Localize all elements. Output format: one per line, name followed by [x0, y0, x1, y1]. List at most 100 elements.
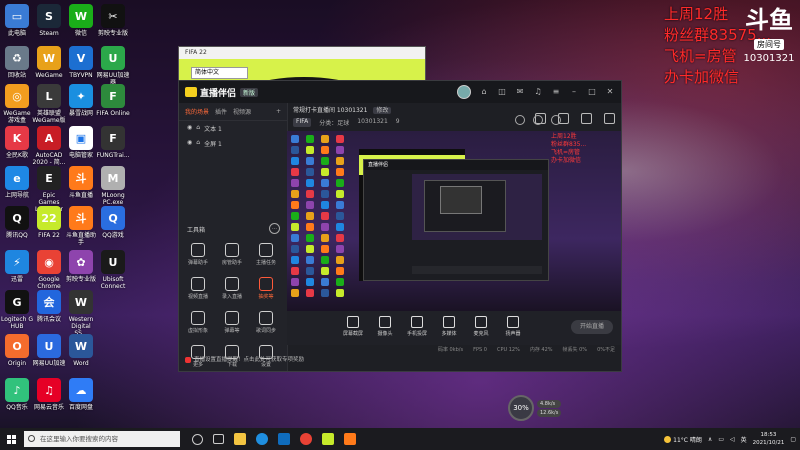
control-button[interactable]: 手机投屏 — [405, 316, 429, 337]
desktop-icon[interactable]: 斗斗鱼直播 — [64, 166, 98, 199]
toolbox-more-icon[interactable]: … — [269, 223, 280, 234]
task-view-icon[interactable] — [213, 434, 224, 444]
language-indicator[interactable]: 英 — [741, 435, 747, 444]
bell-icon[interactable]: ♫ — [533, 87, 543, 97]
desktop-icon[interactable]: ♪ QQ音乐 — [0, 378, 34, 411]
toolbox-item[interactable]: 弹幕等 — [217, 311, 247, 334]
desktop-icon[interactable]: W 微信 — [64, 4, 98, 37]
store-icon[interactable] — [278, 433, 290, 445]
audio-settings-icon[interactable] — [533, 115, 543, 125]
toolbox-item[interactable]: 视频直播 — [183, 277, 213, 300]
desktop-icon[interactable]: ▭ 此电脑 — [0, 4, 34, 37]
network-icon[interactable]: ▭ — [718, 436, 724, 443]
desktop-icon[interactable]: M MLoong PC.exe — [96, 166, 130, 206]
desktop-icon[interactable]: ✿ 剪映专业版 — [64, 250, 98, 283]
tab-scenes[interactable]: 我的场景 — [185, 107, 209, 116]
stream-preview[interactable]: 直播伴侣 上周12胜 粉丝群835... 飞机=房管 办卡加微信 — [287, 131, 621, 311]
control-button[interactable]: 屏幕截屏 — [341, 316, 365, 337]
start-live-button[interactable]: 开始直播 — [571, 320, 613, 334]
desktop-icon[interactable]: 斗斗鱼直播助手 — [64, 206, 98, 246]
network-monitor-widget[interactable]: 30% 4.8k/s 12.6k/s — [508, 395, 562, 421]
desktop-icon[interactable]: U 网易UU加速 — [32, 334, 66, 367]
desktop-icon[interactable]: ◎ WeGame 游戏盒 — [0, 84, 34, 124]
minimize-icon[interactable]: – — [569, 87, 579, 97]
layout-icon[interactable] — [581, 113, 592, 124]
desktop-icon[interactable]: A AutoCAD 2020 - 简... — [32, 126, 66, 166]
gear-icon[interactable] — [551, 115, 561, 125]
control-button[interactable]: 扬声器 — [501, 316, 525, 337]
game-category[interactable]: FIFA — [293, 118, 312, 127]
menu-icon[interactable]: ≡ — [551, 87, 561, 97]
desktop-icon[interactable]: ✦ 暴雪战网 — [64, 84, 98, 117]
desktop-icon[interactable]: e 上网导航 — [0, 166, 34, 199]
douyu-taskbar-icon[interactable] — [344, 433, 356, 445]
desktop-icon[interactable]: WWestern Digital SS... — [64, 290, 98, 337]
camera-settings-icon[interactable] — [515, 115, 525, 125]
fifa-taskbar-icon[interactable] — [322, 433, 334, 445]
lock-icon[interactable]: ⌂ — [196, 124, 200, 133]
control-button[interactable]: 多媒体 — [437, 316, 461, 337]
cortana-icon[interactable] — [192, 433, 203, 445]
lock-icon[interactable]: ⌂ — [196, 139, 200, 148]
toolbox-item[interactable]: 录入直播 — [217, 277, 247, 300]
desktop-icon[interactable]: G Logitech G HUB — [0, 290, 34, 330]
desktop-icon[interactable]: 22 FIFA 22 — [32, 206, 66, 239]
notification-icon[interactable]: ◫ — [497, 87, 507, 97]
control-button[interactable]: 摄像头 — [373, 316, 397, 337]
desktop-icon[interactable]: U Ubisoft Connect — [96, 250, 130, 290]
toolbox-item[interactable]: 弹幕助手 — [183, 243, 213, 266]
desktop-icon[interactable]: ♫ 网易云音乐 — [32, 378, 66, 411]
desktop-icon[interactable]: ✂ 剪映专业版 — [96, 4, 130, 37]
chrome-icon[interactable] — [300, 433, 312, 445]
desktop-icon[interactable]: ◉ Google Chrome — [32, 250, 66, 290]
desktop-icon[interactable]: Q QQ游戏 — [96, 206, 130, 239]
toolbox-item[interactable]: 抽奖等 — [251, 277, 281, 300]
shirt-icon[interactable]: ⌂ — [479, 87, 489, 97]
eye-icon[interactable]: ◉ — [187, 139, 192, 148]
desktop-icon[interactable]: U 网易UU加速器 — [96, 46, 130, 86]
streaming-app-window[interactable]: 直播伴侣 新版 ⌂ ◫ ✉ ♫ ≡ – □ ✕ 我的场景 插件 视频源 + ◉ … — [178, 80, 622, 372]
scene-item-text[interactable]: ◉ ⌂ 文本 1 — [179, 121, 287, 136]
scene-item-fullscreen[interactable]: ◉ ⌂ 全屏 1 — [179, 136, 287, 151]
desktop-icon[interactable]: ♻ 回收站 — [0, 46, 34, 79]
settings-icon[interactable] — [604, 113, 615, 124]
message-icon[interactable]: ✉ — [515, 87, 525, 97]
desktop-icon[interactable]: F FIFA Online — [96, 84, 130, 117]
language-select[interactable]: 简体中文 — [191, 67, 248, 79]
tab-plugins[interactable]: 插件 — [215, 107, 227, 116]
desktop-icon[interactable]: 会腾讯会议 — [32, 290, 66, 323]
close-icon[interactable]: ✕ — [605, 87, 615, 97]
desktop-icon[interactable]: W Word — [64, 334, 98, 367]
edit-room-button[interactable]: 修改 — [373, 107, 392, 114]
add-scene-button[interactable]: + — [276, 108, 281, 115]
desktop-icon[interactable]: S Steam — [32, 4, 66, 37]
tab-sources[interactable]: 视频源 — [233, 107, 251, 116]
toolbox-item[interactable]: 房管助手 — [217, 243, 247, 266]
desktop-icon[interactable]: V TBYVPN — [64, 46, 98, 79]
taskbar-search[interactable]: 在这里输入你要搜索的内容 — [24, 431, 180, 447]
tray-chevron-icon[interactable]: ∧ — [708, 436, 712, 443]
toolbox-item[interactable]: 虚拟形象 — [183, 311, 213, 334]
desktop-icon[interactable]: ⚡ 迅雷 — [0, 250, 34, 283]
desktop-icon[interactable]: Q 腾讯QQ — [0, 206, 34, 239]
edge-icon[interactable] — [256, 433, 268, 445]
eye-icon[interactable]: ◉ — [187, 124, 192, 133]
desktop-icon[interactable]: ☁ 百度网盘 — [64, 378, 98, 411]
desktop-icon[interactable]: O Origin — [0, 334, 34, 367]
maximize-icon[interactable]: □ — [587, 87, 597, 97]
toolbox-item[interactable]: 歌词同步 — [251, 311, 281, 334]
avatar[interactable] — [457, 85, 471, 99]
start-button[interactable] — [0, 428, 22, 450]
notification-center-icon[interactable]: ▢ — [790, 436, 796, 443]
desktop-icon[interactable]: L 英雄联盟 WeGame版 — [32, 84, 66, 124]
desktop-icon[interactable]: F FUNGTrai... — [96, 126, 130, 159]
weather-widget[interactable]: 11°C 晴朗 — [664, 435, 702, 444]
desktop-icon[interactable]: K 全民K歌 — [0, 126, 34, 159]
volume-icon[interactable]: ◁ — [730, 436, 735, 443]
toolbox-item[interactable]: 主播任务 — [251, 243, 281, 266]
control-button[interactable]: 麦克风 — [469, 316, 493, 337]
desktop-icon[interactable]: ▣ 电脑管家 — [64, 126, 98, 159]
desktop-icon[interactable]: W WeGame — [32, 46, 66, 79]
file-explorer-icon[interactable] — [234, 433, 246, 445]
clock[interactable]: 18:53 2021/10/21 — [753, 431, 785, 447]
